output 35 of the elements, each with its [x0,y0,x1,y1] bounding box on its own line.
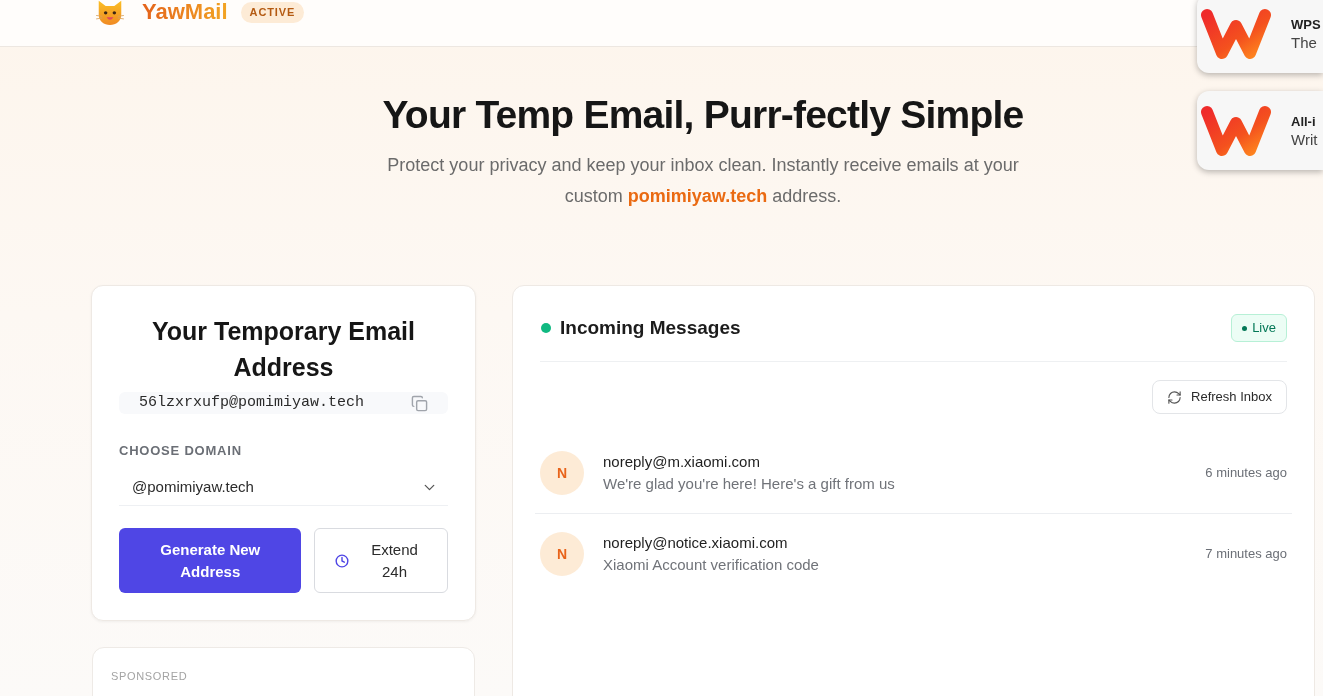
copy-icon[interactable] [411,394,428,412]
domain-label: CHOOSE DOMAIN [119,443,243,459]
cat-face-icon [96,0,124,25]
domain-select[interactable]: @pomimiyaw.tech [119,470,448,506]
w-logo-icon [1200,104,1272,157]
clock-icon [335,553,350,568]
refresh-icon [1167,389,1183,405]
notification-card[interactable]: WPS The [1197,0,1323,73]
message-row[interactable]: N noreply@m.xiaomi.com We're glad you're here! Here's a gift from us 6 minutes ago [535,433,1292,514]
sponsored-label: SPONSORED [111,670,188,682]
message-subject: We're glad you're here! Here's a gift from us [603,474,896,494]
message-time: 7 minutes ago [1205,545,1287,564]
message-row[interactable]: N noreply@notice.xiaomi.com Xiaomi Account verification code 7 minutes ago [535,514,1292,594]
email-address: 56lzxrxufp@pomimiyaw.tech [139,392,366,413]
card-title: Your Temporary Email Address [150,316,416,383]
sender-avatar: N [540,532,584,576]
notification-title: All-i [1291,112,1317,131]
sender-avatar: N [540,451,584,495]
status-badge: ACTIVE [240,1,305,23]
live-label: Live [1252,319,1276,338]
notification-card[interactable]: All-i Writ [1197,91,1323,170]
w-logo-icon [1200,7,1272,60]
notification-title: WPS [1291,15,1321,34]
hero-title: Your Temp Email, Purr-fectly Simple [382,92,1024,138]
refresh-inbox-button[interactable]: Refresh Inbox [1152,380,1287,414]
notification-text: The [1291,33,1318,52]
message-time: 6 minutes ago [1205,464,1287,483]
message-sender: noreply@notice.xiaomi.com [603,533,789,553]
extend-button[interactable]: Extend 24h [314,528,448,593]
message-sender: noreply@m.xiaomi.com [603,452,761,472]
generate-address-button[interactable]: Generate New Address [119,528,302,593]
notification-text: Writ [1291,130,1318,149]
hero-subtitle: Protect your privacy and keep your inbox clean. Instantly receive emails at your custom pomimiyaw.tech address. [386,154,1020,208]
message-subject: Xiaomi Account verification code [603,555,820,575]
inbox-title: Incoming Messages [560,315,741,340]
